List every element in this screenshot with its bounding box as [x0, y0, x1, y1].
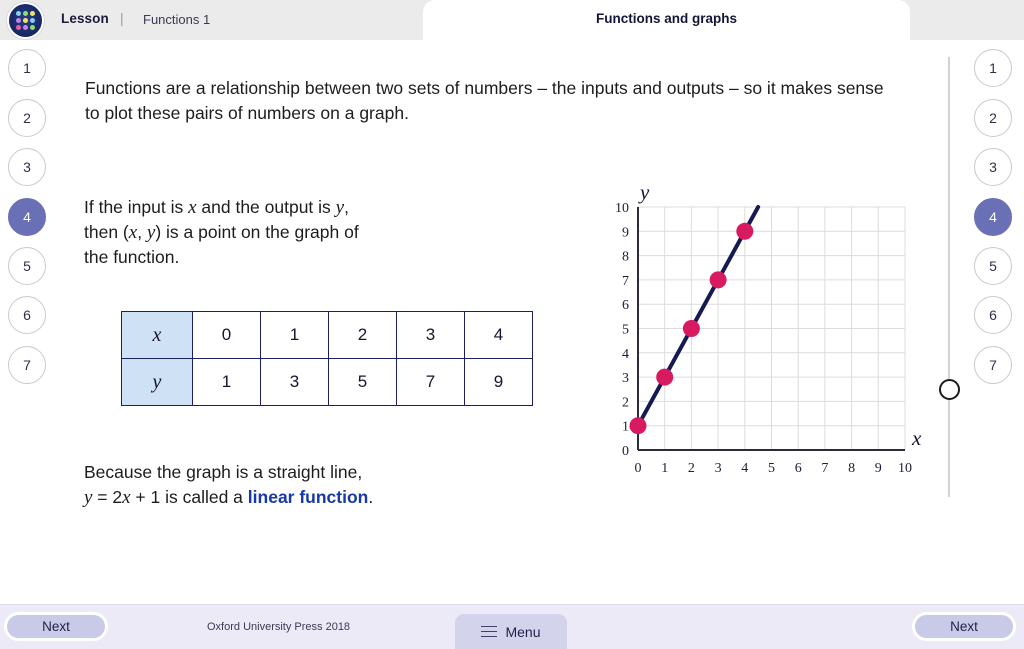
y-tick-label: 8	[622, 250, 629, 265]
table-cell: 3	[396, 311, 465, 359]
footer-bar: Next Oxford University Press 2018 Menu N…	[0, 604, 1024, 649]
next-button-left[interactable]: Next	[4, 612, 108, 641]
y-tick-label: 4	[622, 347, 629, 362]
definition-text-a: If the input is	[84, 197, 189, 217]
x-tick-labels: 0 1 2 3 4 5 6 7 8 9 10	[635, 461, 913, 476]
table-header-x-label: x	[152, 323, 162, 346]
y-tick-label: 10	[615, 201, 629, 216]
x-tick-label: 4	[741, 461, 748, 476]
next-button-right[interactable]: Next	[912, 612, 1016, 641]
table-cell: 7	[396, 358, 465, 406]
definition-text-c: ,	[344, 197, 349, 217]
lesson-content: Functions are a relationship between two…	[0, 40, 1024, 605]
breadcrumb-separator: |	[120, 10, 124, 26]
title-tab: Functions and graphs	[423, 0, 910, 40]
page-title: Functions and graphs	[595, 11, 737, 26]
conclusion-eq-c: .	[368, 487, 374, 507]
function-graph: 0 1 2 3 4 5 6 7 8 9 10 0 1 2 3 4 5 6 7 8 9 10 y x	[600, 145, 930, 495]
lesson-page: Lesson | Functions 1 Functions and graph…	[0, 0, 1024, 649]
definition-paragraph: If the input is x and the output is y, t…	[84, 195, 494, 270]
x-tick-label: 2	[688, 461, 695, 476]
data-point	[682, 320, 700, 337]
conclusion-eq-a: = 2	[92, 487, 123, 507]
math-var-x: x	[188, 197, 197, 218]
breadcrumb-lesson[interactable]: Lesson	[61, 11, 109, 26]
x-tick-label: 8	[848, 461, 855, 476]
table-header-x: x	[121, 311, 193, 359]
data-point	[736, 222, 754, 240]
menu-button[interactable]: Menu	[455, 614, 567, 649]
table-header-y: y	[121, 358, 193, 406]
conclusion-line1: Because the graph is a straight line,	[84, 462, 363, 482]
y-tick-label: 7	[622, 274, 629, 289]
y-tick-label: 2	[622, 395, 629, 410]
logo-dot	[15, 10, 21, 16]
table-header-y-label: y	[152, 370, 162, 393]
definition-text-d: then (	[84, 222, 129, 242]
oxford-dots-logo-icon[interactable]	[9, 4, 42, 37]
x-tick-label: 0	[635, 461, 642, 476]
menu-button-label: Menu	[505, 623, 541, 640]
function-line	[636, 205, 761, 428]
y-tick-label: 9	[622, 225, 629, 240]
x-tick-label: 7	[821, 461, 828, 476]
y-tick-label: 6	[622, 298, 629, 313]
logo-dot	[22, 25, 28, 31]
table-cell: 3	[260, 358, 329, 406]
x-tick-label: 1	[661, 461, 668, 476]
logo-dot	[30, 10, 36, 16]
x-tick-label: 3	[715, 461, 722, 476]
x-tick-label: 10	[898, 461, 912, 476]
x-tick-label: 9	[875, 461, 882, 476]
data-point	[709, 271, 727, 289]
definition-text-e: ) is a point on the graph of	[155, 222, 359, 242]
y-tick-labels: 0 1 2 3 4 5 6 7 8 9 10	[615, 201, 629, 459]
y-tick-label: 1	[622, 420, 629, 435]
conclusion-eq-b: + 1 is called a	[130, 487, 248, 507]
definition-comma: ,	[137, 222, 147, 242]
table-cell: 1	[192, 358, 261, 406]
breadcrumb-page[interactable]: Functions 1	[143, 12, 210, 27]
table-cell: 0	[192, 311, 261, 359]
logo-dot	[22, 17, 28, 23]
y-tick-label: 5	[622, 323, 629, 338]
math-var-x: x	[128, 222, 138, 243]
y-tick-label: 0	[622, 444, 629, 459]
hamburger-icon	[481, 625, 498, 638]
table-row-x: x 0 1 2 3 4	[121, 311, 533, 359]
data-point	[656, 368, 674, 386]
header-bar: Lesson | Functions 1 Functions and graph…	[0, 0, 1024, 40]
graph-svg: 0 1 2 3 4 5 6 7 8 9 10 0 1 2 3 4 5 6 7 8 9 10 y x	[615, 180, 922, 476]
x-axis-label: x	[911, 426, 922, 450]
logo-dot	[15, 17, 21, 23]
y-axis-label: y	[638, 180, 650, 204]
table-cell: 5	[328, 358, 397, 406]
logo-dot	[30, 25, 36, 31]
table-row-y: y 1 3 5 7 9	[121, 358, 533, 406]
x-tick-label: 6	[795, 461, 802, 476]
table-cell: 1	[260, 311, 329, 359]
definition-text-f: the function.	[84, 247, 180, 267]
x-tick-label: 5	[768, 461, 775, 476]
copyright-text: Oxford University Press 2018	[207, 621, 351, 633]
logo-dot	[30, 17, 36, 23]
table-cell: 2	[328, 311, 397, 359]
grid-lines	[638, 206, 906, 450]
logo-dot	[22, 10, 28, 16]
y-tick-label: 3	[622, 371, 629, 386]
linear-function-term[interactable]: linear function	[248, 487, 369, 507]
data-point	[629, 417, 647, 435]
math-var-x: x	[122, 487, 131, 508]
intro-paragraph: Functions are a relationship between two…	[85, 78, 884, 123]
definition-text-b: and the output is	[196, 197, 336, 217]
conclusion-paragraph: Because the graph is a straight line, y …	[84, 460, 534, 510]
logo-dot	[15, 25, 21, 31]
xy-value-table: x 0 1 2 3 4 y 1 3 5 7 9	[121, 311, 533, 406]
table-cell: 9	[464, 358, 533, 406]
math-var-y: y	[335, 197, 345, 218]
table-cell: 4	[464, 311, 533, 359]
